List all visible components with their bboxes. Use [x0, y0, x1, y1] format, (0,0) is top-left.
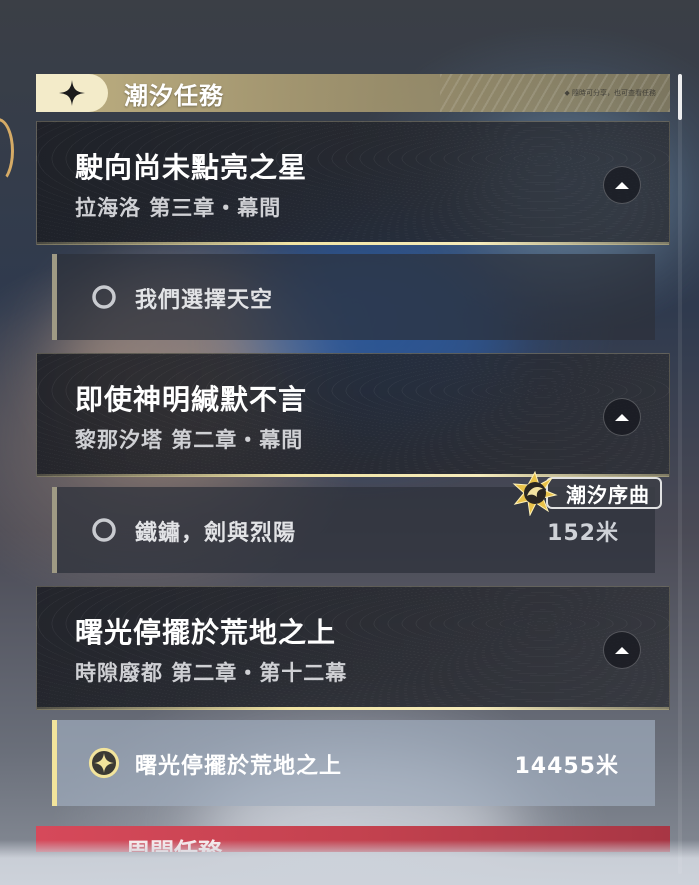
chevron-up-icon	[615, 647, 629, 654]
category-note: ◆ 隨時可分享，也可查看任務	[564, 89, 656, 97]
scrollbar-track[interactable]	[678, 74, 682, 874]
collapse-button[interactable]	[603, 398, 641, 436]
quest-card[interactable]: 駛向尚未點亮之星 拉海洛 第三章・幕間	[36, 121, 670, 245]
objective-label: 鐵鏽，劍與烈陽	[135, 521, 297, 546]
objective-distance: 14455米	[514, 754, 619, 779]
quest-card[interactable]: 即使神明緘默不言 黎那汐塔 第二章・幕間	[36, 353, 670, 477]
category-badge	[36, 74, 108, 112]
tide-prelude-emblem-icon	[512, 470, 558, 516]
quest-title: 駛向尚未點亮之星	[75, 151, 308, 184]
tide-prelude-tag[interactable]: 潮汐序曲	[512, 470, 662, 516]
quest-title: 曙光停擺於荒地之上	[75, 616, 337, 649]
quest-subtitle: 拉海洛 第三章・幕間	[75, 196, 282, 220]
quest-title: 即使神明緘默不言	[75, 383, 308, 416]
quest-subtitle: 時隙廢都 第二章・第十二幕	[75, 661, 348, 685]
four-point-star-icon	[59, 80, 85, 106]
collapse-button[interactable]	[603, 166, 641, 204]
quest-subtitle: 黎那汐塔 第二章・幕間	[75, 428, 304, 452]
quest-card[interactable]: 曙光停擺於荒地之上 時隙廢都 第二章・第十二幕	[36, 586, 670, 710]
quest-objective-row-tracked[interactable]: 曙光停擺於荒地之上 14455米	[52, 720, 655, 806]
collapse-button[interactable]	[603, 631, 641, 669]
chevron-up-icon	[615, 182, 629, 189]
category-header-tide-quests[interactable]: 潮汐任務 ◆ 隨時可分享，也可查看任務	[36, 74, 670, 112]
circle-outline-icon	[92, 518, 116, 542]
tracked-star-icon	[88, 747, 120, 779]
side-arc-decoration	[0, 118, 14, 184]
objective-label: 曙光停擺於荒地之上	[135, 754, 343, 779]
chevron-up-icon	[615, 414, 629, 421]
objective-distance: 152米	[547, 521, 619, 546]
category-title: 潮汐任務	[124, 81, 224, 110]
circle-outline-icon	[92, 285, 116, 309]
quest-objective-row[interactable]: 我們選擇天空	[52, 254, 655, 340]
bottom-fade	[0, 840, 699, 885]
scrollbar-thumb[interactable]	[678, 74, 682, 120]
objective-label: 我們選擇天空	[135, 288, 274, 313]
tag-label: 潮汐序曲	[546, 477, 662, 509]
